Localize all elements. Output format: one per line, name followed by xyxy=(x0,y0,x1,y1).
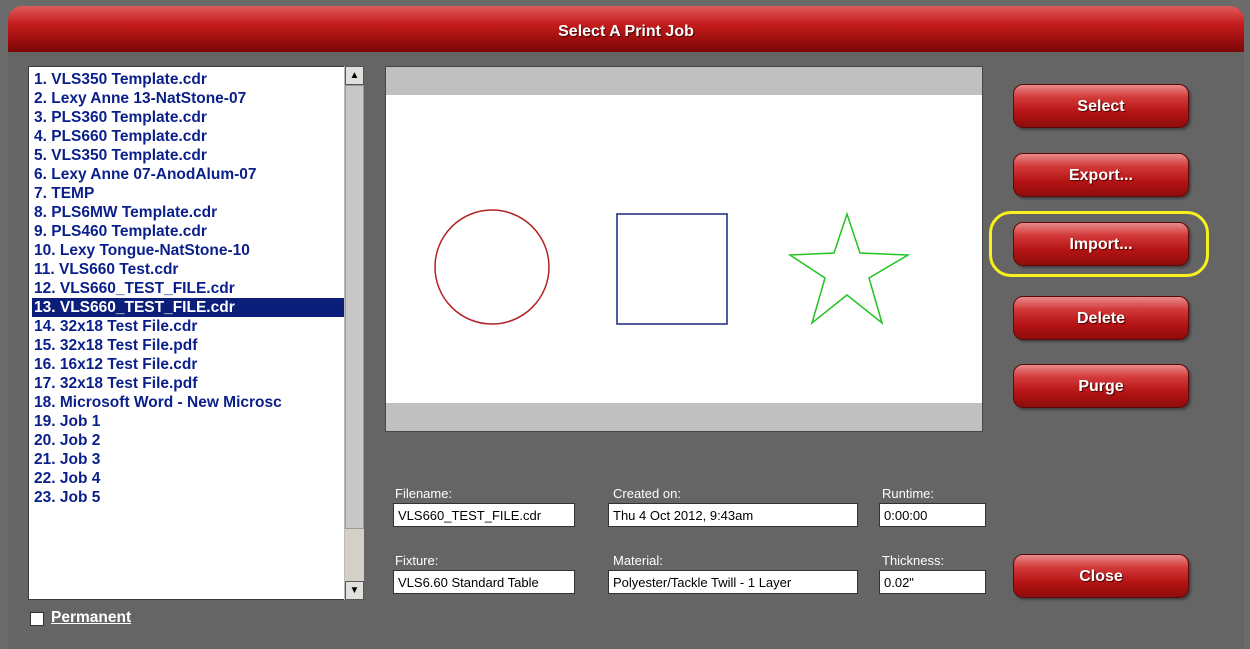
export-button[interactable]: Export... xyxy=(1013,153,1189,197)
filename-field[interactable]: VLS660_TEST_FILE.cdr xyxy=(393,503,575,527)
job-list-items: 1. VLS350 Template.cdr 2. Lexy Anne 13-Na… xyxy=(29,67,363,507)
preview-circle-shape xyxy=(434,209,550,325)
created-label: Created on: xyxy=(613,486,681,501)
material-label: Material: xyxy=(613,553,663,568)
preview-star-shape xyxy=(787,211,911,326)
job-list-item[interactable]: 22. Job 4 xyxy=(32,469,363,488)
job-list-item[interactable]: 12. VLS660_TEST_FILE.cdr xyxy=(32,279,363,298)
job-list-item[interactable]: 16. 16x12 Test File.cdr xyxy=(32,355,363,374)
thickness-field[interactable]: 0.02" xyxy=(879,570,986,594)
job-list-item[interactable]: 2. Lexy Anne 13-NatStone-07 xyxy=(32,89,363,108)
job-list-item[interactable]: 13. VLS660_TEST_FILE.cdr xyxy=(32,298,363,317)
scroll-thumb[interactable] xyxy=(345,85,364,529)
job-list-item[interactable]: 15. 32x18 Test File.pdf xyxy=(32,336,363,355)
job-list-item[interactable]: 3. PLS360 Template.cdr xyxy=(32,108,363,127)
job-list-item[interactable]: 17. 32x18 Test File.pdf xyxy=(32,374,363,393)
material-field[interactable]: Polyester/Tackle Twill - 1 Layer xyxy=(608,570,858,594)
permanent-label[interactable]: Permanent xyxy=(51,609,131,627)
job-list-item[interactable]: 20. Job 2 xyxy=(32,431,363,450)
scroll-down-arrow-icon[interactable]: ▼ xyxy=(345,581,364,600)
fixture-label: Fixture: xyxy=(395,553,439,568)
runtime-field[interactable]: 0:00:00 xyxy=(879,503,986,527)
job-preview xyxy=(385,66,983,432)
job-list-item[interactable]: 1. VLS350 Template.cdr xyxy=(32,70,363,89)
job-list-item[interactable]: 8. PLS6MW Template.cdr xyxy=(32,203,363,222)
job-list-item[interactable]: 6. Lexy Anne 07-AnodAlum-07 xyxy=(32,165,363,184)
created-field[interactable]: Thu 4 Oct 2012, 9:43am xyxy=(608,503,858,527)
job-list-item[interactable]: 11. VLS660 Test.cdr xyxy=(32,260,363,279)
permanent-checkbox[interactable] xyxy=(30,612,44,626)
delete-button[interactable]: Delete xyxy=(1013,296,1189,340)
import-button[interactable]: Import... xyxy=(1013,222,1189,266)
job-list-item[interactable]: 7. TEMP xyxy=(32,184,363,203)
preview-canvas xyxy=(434,209,911,326)
thickness-label: Thickness: xyxy=(882,553,945,568)
fixture-field[interactable]: VLS6.60 Standard Table xyxy=(393,570,575,594)
job-list-item[interactable]: 14. 32x18 Test File.cdr xyxy=(32,317,363,336)
dialog-title: Select A Print Job xyxy=(558,23,694,40)
job-list-item[interactable]: 5. VLS350 Template.cdr xyxy=(32,146,363,165)
preview-square-shape xyxy=(616,213,728,325)
job-list-item[interactable]: 21. Job 3 xyxy=(32,450,363,469)
purge-button[interactable]: Purge xyxy=(1013,364,1189,408)
job-list[interactable]: 1. VLS350 Template.cdr 2. Lexy Anne 13-Na… xyxy=(28,66,364,600)
filename-label: Filename: xyxy=(395,486,453,501)
scroll-up-arrow-icon[interactable]: ▲ xyxy=(345,66,364,85)
job-list-item[interactable]: 10. Lexy Tongue-NatStone-10 xyxy=(32,241,363,260)
runtime-label: Runtime: xyxy=(882,486,935,501)
job-list-item[interactable]: 23. Job 5 xyxy=(32,488,363,507)
title-bar: Select A Print Job xyxy=(8,6,1244,52)
close-button[interactable]: Close xyxy=(1013,554,1189,598)
job-list-item[interactable]: 4. PLS660 Template.cdr xyxy=(32,127,363,146)
select-button[interactable]: Select xyxy=(1013,84,1189,128)
job-list-item[interactable]: 9. PLS460 Template.cdr xyxy=(32,222,363,241)
job-list-item[interactable]: 19. Job 1 xyxy=(32,412,363,431)
job-list-item[interactable]: 18. Microsoft Word - New Microsc xyxy=(32,393,363,412)
job-list-scrollbar[interactable]: ▲ ▼ xyxy=(344,66,364,600)
